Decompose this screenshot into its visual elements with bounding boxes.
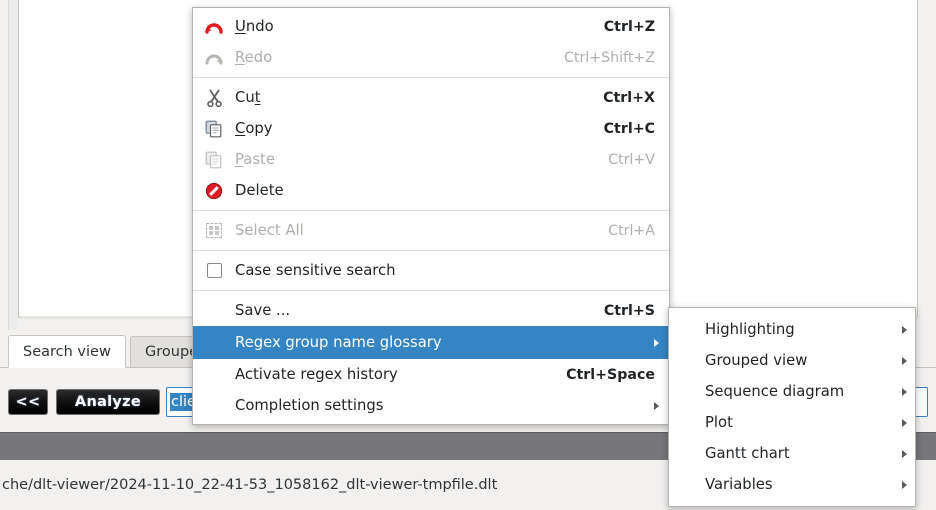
menu-item-redo[interactable]: Redo Ctrl+Shift+Z (193, 42, 669, 73)
menu-item-accelerator: Ctrl+V (608, 151, 655, 168)
chevron-right-icon (902, 480, 907, 489)
regex-group-name-glossary-submenu[interactable]: Highlighting Grouped view Sequence diagr… (668, 307, 916, 507)
checkbox-unchecked-icon[interactable] (203, 261, 225, 281)
menu-item-label: Save ... (235, 302, 291, 319)
menu-separator (193, 77, 669, 78)
menu-item-activate-regex-history[interactable]: Activate regex history Ctrl+Space (193, 359, 669, 390)
chevron-right-icon (654, 338, 659, 347)
menu-item-select-all[interactable]: Select All Ctrl+A (193, 215, 669, 246)
tab-search-view[interactable]: Search view (8, 335, 126, 368)
previous-button[interactable]: << (8, 389, 48, 415)
submenu-item-label: Plot (705, 414, 733, 431)
menu-item-accelerator: Ctrl+Shift+Z (564, 49, 655, 66)
chevron-right-icon (902, 387, 907, 396)
menu-item-label: Paste (235, 151, 275, 168)
submenu-item-label: Highlighting (705, 321, 795, 338)
delete-icon (203, 181, 225, 201)
submenu-item-grouped-view[interactable]: Grouped view (669, 345, 915, 376)
menu-item-label: Delete (235, 182, 284, 199)
undo-icon (203, 17, 225, 37)
menu-item-label: Select All (235, 222, 304, 239)
menu-item-label: Activate regex history (235, 366, 398, 383)
statusbar-file-path: che/dlt-viewer/2024-11-10_22-41-53_10581… (2, 477, 498, 493)
submenu-item-plot[interactable]: Plot (669, 407, 915, 438)
menu-separator (193, 290, 669, 291)
menu-item-label: Completion settings (235, 397, 384, 414)
submenu-item-highlighting[interactable]: Highlighting (669, 314, 915, 345)
menu-item-accelerator: Ctrl+Z (603, 18, 655, 35)
submenu-item-gantt-chart[interactable]: Gantt chart (669, 438, 915, 469)
submenu-item-label: Sequence diagram (705, 383, 845, 400)
chevron-right-icon (654, 401, 659, 410)
no-icon (203, 333, 225, 353)
context-menu[interactable]: Undo Ctrl+Z Redo Ctrl+Shift+Z Cut Ctrl+X (192, 7, 670, 425)
menu-item-undo[interactable]: Undo Ctrl+Z (193, 11, 669, 42)
menu-separator (193, 250, 669, 251)
analyze-button[interactable]: Analyze (56, 389, 160, 415)
menu-item-accelerator: Ctrl+C (603, 120, 655, 137)
menu-item-paste[interactable]: Paste Ctrl+V (193, 144, 669, 175)
submenu-item-label: Grouped view (705, 352, 808, 369)
menu-item-save[interactable]: Save ... Ctrl+S (193, 295, 669, 326)
menu-item-label: Regex group name glossary (235, 334, 442, 351)
menu-item-completion-settings[interactable]: Completion settings (193, 390, 669, 421)
menu-item-accelerator: Ctrl+X (603, 89, 655, 106)
redo-icon (203, 48, 225, 68)
no-icon (203, 301, 225, 321)
chevron-right-icon (902, 449, 907, 458)
select-all-icon (203, 221, 225, 241)
chevron-right-icon (902, 356, 907, 365)
menu-item-label: Redo (235, 49, 273, 66)
copy-icon (203, 119, 225, 139)
chevron-right-icon (902, 418, 907, 427)
menu-item-delete[interactable]: Delete (193, 175, 669, 206)
tab-label: Search view (23, 343, 111, 360)
submenu-item-label: Gantt chart (705, 445, 790, 462)
submenu-item-label: Variables (705, 476, 773, 493)
no-icon (203, 365, 225, 385)
menu-item-copy[interactable]: Copy Ctrl+C (193, 113, 669, 144)
cut-icon (203, 88, 225, 108)
left-splitter-handle[interactable] (0, 0, 9, 330)
menu-separator (193, 210, 669, 211)
no-icon (203, 396, 225, 416)
chevron-right-icon (902, 325, 907, 334)
menu-item-case-sensitive-search[interactable]: Case sensitive search (193, 255, 669, 286)
paste-icon (203, 150, 225, 170)
menu-item-label: Cut (235, 89, 261, 106)
menu-item-accelerator: Ctrl+S (603, 302, 655, 319)
menu-item-label: Undo (235, 18, 274, 35)
submenu-item-variables[interactable]: Variables (669, 469, 915, 500)
menu-item-regex-group-name-glossary[interactable]: Regex group name glossary (193, 326, 669, 359)
menu-item-accelerator: Ctrl+Space (566, 366, 655, 383)
left-gutter-strip (9, 0, 18, 330)
submenu-item-sequence-diagram[interactable]: Sequence diagram (669, 376, 915, 407)
menu-item-cut[interactable]: Cut Ctrl+X (193, 82, 669, 113)
menu-item-label: Case sensitive search (235, 262, 396, 279)
menu-item-label: Copy (235, 120, 273, 137)
menu-item-accelerator: Ctrl+A (608, 222, 655, 239)
